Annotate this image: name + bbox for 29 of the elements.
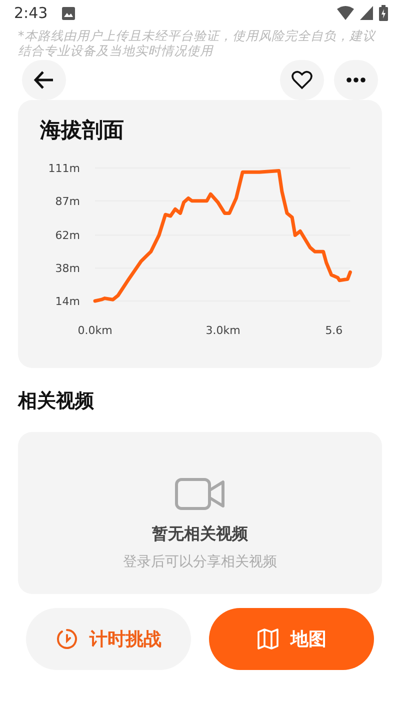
y-axis-label: 111m xyxy=(48,162,80,175)
image-icon xyxy=(62,6,75,20)
battery-icon xyxy=(379,5,388,21)
x-axis-label: 3.0km xyxy=(206,324,240,337)
card-title: 海拔剖面 xyxy=(40,117,125,144)
x-axis-label: 5.6 xyxy=(325,324,343,337)
heart-icon xyxy=(291,70,313,90)
back-button[interactable] xyxy=(22,60,66,100)
y-axis-label: 14m xyxy=(55,295,80,308)
status-time: 2:43 xyxy=(14,4,48,22)
timer-challenge-button[interactable]: 计时挑战 xyxy=(26,608,191,670)
signal-icon xyxy=(360,6,373,20)
more-button[interactable] xyxy=(334,60,378,100)
y-axis-label: 62m xyxy=(55,229,80,242)
more-icon xyxy=(346,77,366,83)
section-title: 相关视频 xyxy=(18,389,95,414)
empty-title: 暂无相关视频 xyxy=(152,524,248,545)
x-axis-label: 0.0km xyxy=(78,324,112,337)
map-button[interactable]: 地图 xyxy=(209,608,374,670)
disclaimer-text: *本路线由用户上传且未经平台验证，使用风险完全自负，建议结合专业设备及当地实时情况使用 xyxy=(18,28,377,58)
back-arrow-icon xyxy=(33,69,55,91)
timer-icon xyxy=(56,627,78,651)
empty-hint: 登录后可以分享相关视频 xyxy=(123,553,277,571)
wifi-icon xyxy=(337,6,354,20)
y-axis-label: 38m xyxy=(55,262,80,276)
y-axis-label: 87m xyxy=(55,194,80,208)
video-camera-icon xyxy=(175,478,225,510)
map-icon xyxy=(256,628,278,650)
favorite-button[interactable] xyxy=(280,60,324,100)
